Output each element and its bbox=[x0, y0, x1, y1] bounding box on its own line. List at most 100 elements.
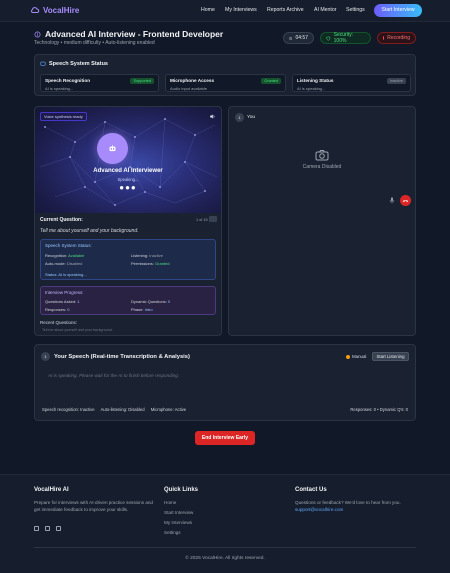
recent-questions-label: Recent Questions: bbox=[40, 320, 78, 325]
robot-icon bbox=[109, 145, 116, 152]
interview-progress-box: Interview Progress: Questions Asked: 1 D… bbox=[40, 286, 216, 315]
page-title: Advanced AI Interview - Frontend Develop… bbox=[45, 29, 224, 39]
status-badge: Supported bbox=[130, 78, 154, 84]
footer-link-start-interview[interactable]: Start Interview bbox=[164, 510, 193, 515]
app-root: VocalHire Home My Interviews Reports Arc… bbox=[0, 0, 450, 573]
speech-system-box: Speech System Status: Recognition: Avail… bbox=[40, 239, 216, 280]
transcription-number: 1 bbox=[41, 352, 50, 361]
automode-row: Auto-mode: Disabled bbox=[45, 261, 82, 266]
you-number: 1 bbox=[235, 113, 244, 122]
phase-row: Phase: Intro bbox=[131, 307, 153, 312]
permissions-label: Permissions: bbox=[131, 261, 154, 266]
status-card-sub: AI is speaking... bbox=[297, 86, 326, 91]
footer-about-text: Prepare for interviews with AI-driven pr… bbox=[34, 500, 153, 512]
recording-label: Recording bbox=[387, 35, 410, 41]
permissions-row: Permissions: Granted bbox=[131, 261, 169, 266]
transcription-panel: 1 Your Speech (Real-time Transcription &… bbox=[34, 344, 416, 421]
questions-asked-row: Questions Asked: 1 bbox=[45, 299, 80, 304]
nav-link-ai-mentor[interactable]: AI Mentor bbox=[314, 7, 337, 13]
listening-row: Listening: Inactive bbox=[131, 253, 163, 258]
nav-link-settings[interactable]: Settings bbox=[346, 7, 365, 13]
question-counter: 1 of 15 bbox=[196, 218, 208, 222]
transcription-message: AI is speaking. Please wait for the AI t… bbox=[48, 373, 180, 378]
page-title-row: Advanced AI Interview - Frontend Develop… bbox=[34, 29, 223, 39]
recent-question-item: Tell me about yourself and your backgrou… bbox=[42, 328, 113, 332]
status-badge: Granted bbox=[261, 78, 281, 84]
footer-link-my-interviews[interactable]: My Interviews bbox=[164, 520, 192, 525]
nav-link-reports-archive[interactable]: Reports Archive bbox=[267, 7, 304, 13]
dynamic-questions-value: 0 bbox=[167, 299, 171, 304]
linkedin-icon[interactable] bbox=[56, 526, 61, 531]
phase-label: Phase: bbox=[131, 307, 144, 312]
responses-label: Responses: bbox=[45, 307, 67, 312]
footer-email-link[interactable]: support@vocalhire.com bbox=[295, 507, 343, 512]
nav-link-my-interviews[interactable]: My Interviews bbox=[225, 7, 257, 13]
twitter-icon[interactable] bbox=[45, 526, 50, 531]
microphone-status: Microphone: Active bbox=[150, 407, 187, 412]
end-call-button[interactable] bbox=[400, 195, 411, 206]
mode-dot-icon bbox=[346, 354, 350, 359]
auto-listening-status: Auto-listening: Disabled bbox=[100, 407, 145, 412]
recording-dot-icon bbox=[383, 36, 385, 40]
shield-icon bbox=[326, 35, 331, 40]
footer-links-title: Quick Links bbox=[164, 487, 199, 493]
ai-state: Speaking... bbox=[117, 177, 139, 182]
speech-status-panel: Speech System Status Speech Recognition … bbox=[34, 54, 416, 96]
ai-name: Advanced AI Interviewer bbox=[93, 168, 163, 174]
clock-icon bbox=[289, 36, 293, 40]
status-badge: Inactive bbox=[386, 78, 406, 84]
status-card-microphone: Microphone Access Audio input available … bbox=[165, 74, 286, 92]
start-interview-button[interactable]: Start Interview bbox=[374, 4, 422, 17]
responses-row: Responses: 0 bbox=[45, 307, 69, 312]
you-badge: 1 You bbox=[235, 113, 255, 122]
responses-value: 0 bbox=[67, 307, 70, 312]
security-value: Security: 100% bbox=[333, 32, 354, 44]
nav-link-home[interactable]: Home bbox=[201, 7, 215, 13]
speech-system-status: Status: AI is speaking... bbox=[45, 272, 87, 277]
security-badge: Security: 100% bbox=[320, 32, 371, 44]
dynamic-questions-label: Dynamic Questions: bbox=[131, 299, 167, 304]
social-links bbox=[34, 526, 61, 531]
chat-icon bbox=[40, 61, 46, 66]
start-listening-button[interactable]: Start Listening bbox=[372, 352, 409, 361]
status-card-listening: Listening Status AI is speaking... Inact… bbox=[292, 74, 411, 92]
timer-badge: 04:57 bbox=[283, 32, 314, 44]
status-card-recognition: Speech Recognition AI is speaking... Sup… bbox=[40, 74, 159, 92]
automode-value: Disabled bbox=[66, 261, 83, 266]
brand-logo[interactable]: VocalHire bbox=[30, 5, 79, 15]
questions-asked-label: Questions Asked: bbox=[45, 299, 77, 304]
dynamic-questions-row: Dynamic Questions: 0 bbox=[131, 299, 170, 304]
status-card-title: Speech Recognition bbox=[45, 78, 91, 83]
volume-icon[interactable] bbox=[209, 113, 216, 120]
footer-divider bbox=[34, 547, 416, 548]
current-question-label: Current Question: bbox=[40, 217, 83, 223]
footer-about-title: VocalHire AI bbox=[34, 487, 69, 493]
you-label: You bbox=[247, 115, 256, 120]
page-subtitle: Technology • medium difficulty • Auto-li… bbox=[34, 40, 155, 46]
speech-status-header: Speech System Status bbox=[40, 61, 108, 67]
automode-label: Auto-mode: bbox=[45, 261, 66, 266]
status-card-sub: AI is speaking... bbox=[45, 86, 74, 91]
github-icon[interactable] bbox=[34, 526, 39, 531]
footer-link-settings[interactable]: Settings bbox=[164, 530, 181, 535]
speech-system-box-title: Speech System Status: bbox=[45, 243, 92, 248]
top-nav: VocalHire Home My Interviews Reports Arc… bbox=[0, 0, 450, 22]
footer-contact-title: Contact Us bbox=[295, 487, 327, 493]
status-card-title: Listening Status bbox=[297, 78, 334, 83]
footer-link-home[interactable]: Home bbox=[164, 500, 176, 505]
speaking-dots: ●●● bbox=[119, 183, 137, 192]
transcription-header: 1 Your Speech (Real-time Transcription &… bbox=[41, 352, 190, 361]
ai-visual: Voice synthesis ready Advanced AI Interv… bbox=[35, 107, 221, 213]
questions-asked-value: 1 bbox=[77, 299, 80, 304]
cloud-icon bbox=[30, 7, 40, 13]
skip-question-button[interactable] bbox=[209, 216, 217, 222]
end-interview-button[interactable]: End Interview Early bbox=[195, 431, 255, 445]
transcription-footer: Speech recognition: Inactive Auto-listen… bbox=[42, 407, 191, 412]
status-card-sub: Audio input available bbox=[170, 86, 207, 91]
footer-contact-text: Questions or feedback? We'd love to hear… bbox=[295, 500, 401, 505]
microphone-icon[interactable] bbox=[389, 197, 395, 204]
status-card-title: Microphone Access bbox=[170, 78, 215, 83]
user-video-panel: 1 You Camera Disabled bbox=[228, 106, 416, 336]
response-counters: Responses: 0 • Dynamic Q's: 0 bbox=[350, 407, 408, 412]
camera-icon bbox=[315, 150, 329, 161]
